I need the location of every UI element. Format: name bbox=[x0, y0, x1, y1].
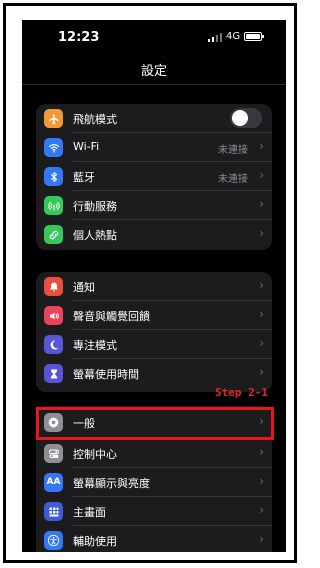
settings-row-label: 控制中心 bbox=[73, 448, 117, 461]
bluetooth-status-value: 未連接 bbox=[218, 174, 248, 185]
settings-row-label: 聲音與觸覺回饋 bbox=[73, 310, 150, 323]
chevron-right-icon: › bbox=[259, 139, 264, 153]
battery-fill bbox=[246, 34, 260, 39]
speaker-icon bbox=[44, 306, 63, 325]
settings-row-label: 通知 bbox=[73, 281, 95, 294]
settings-row-accessibility[interactable]: 輔助使用 › bbox=[36, 526, 272, 552]
bluetooth-icon bbox=[44, 167, 63, 186]
antenna-icon bbox=[44, 196, 63, 215]
settings-row-label: 螢幕顯示與亮度 bbox=[73, 477, 150, 490]
bell-icon bbox=[44, 277, 63, 296]
chevron-right-icon: › bbox=[259, 503, 264, 517]
toggles-icon bbox=[44, 444, 63, 463]
phone-screen: 12:23 4G 設定 飛航模式 Wi-Fi 未連接 › 藍牙 未連接 › 行動… bbox=[22, 20, 286, 552]
settings-row-wifi[interactable]: Wi-Fi 未連接 › bbox=[36, 133, 272, 162]
status-bar: 12:23 4G bbox=[22, 20, 286, 56]
wifi-icon bbox=[44, 138, 63, 157]
toggle-knob bbox=[232, 110, 248, 126]
accessibility-icon bbox=[44, 531, 63, 550]
grid-icon bbox=[44, 502, 63, 521]
airplane-mode-toggle[interactable] bbox=[230, 108, 262, 128]
screenshot-frame: 12:23 4G 設定 飛航模式 Wi-Fi 未連接 › 藍牙 未連接 › 行動… bbox=[3, 3, 297, 563]
step-annotation-label: Step 2-1 bbox=[215, 386, 268, 399]
settings-row-notifications[interactable]: 通知 › bbox=[36, 272, 272, 301]
settings-group-notifications: 通知 › 聲音與觸覺回饋 › 專注模式 › 螢幕使用時間 › bbox=[36, 272, 272, 392]
moon-icon bbox=[44, 335, 63, 354]
wifi-status-value: 未連接 bbox=[218, 145, 248, 156]
settings-group-connectivity: 飛航模式 Wi-Fi 未連接 › 藍牙 未連接 › 行動服務 › 個人熱點 › bbox=[36, 104, 272, 250]
chevron-right-icon: › bbox=[259, 307, 264, 321]
step-highlight-box bbox=[36, 407, 274, 440]
settings-row-label: 輔助使用 bbox=[73, 535, 117, 548]
chevron-right-icon: › bbox=[259, 197, 264, 211]
status-time: 12:23 bbox=[58, 30, 100, 45]
network-type: 4G bbox=[226, 31, 241, 42]
settings-row-label: Wi-Fi bbox=[73, 140, 100, 153]
settings-row-airplane-mode[interactable]: 飛航模式 bbox=[36, 104, 272, 133]
settings-row-hotspot[interactable]: 個人熱點 › bbox=[36, 220, 272, 249]
header-divider bbox=[22, 84, 286, 85]
hourglass-icon bbox=[44, 364, 63, 383]
chevron-right-icon: › bbox=[259, 365, 264, 379]
battery-icon bbox=[244, 32, 264, 41]
chevron-right-icon: › bbox=[259, 445, 264, 459]
settings-row-label: 藍牙 bbox=[73, 171, 95, 184]
text-size-icon: AA bbox=[44, 473, 63, 492]
settings-row-label: 專注模式 bbox=[73, 339, 117, 352]
settings-row-label: 主畫面 bbox=[73, 506, 106, 519]
chevron-right-icon: › bbox=[259, 168, 264, 182]
settings-row-label: 行動服務 bbox=[73, 200, 117, 213]
settings-row-display-brightness[interactable]: AA 螢幕顯示與亮度 › bbox=[36, 468, 272, 497]
settings-row-home-screen[interactable]: 主畫面 › bbox=[36, 497, 272, 526]
chevron-right-icon: › bbox=[259, 278, 264, 292]
page-title: 設定 bbox=[140, 64, 167, 79]
airplane-icon bbox=[44, 109, 63, 128]
settings-row-label: 個人熱點 bbox=[73, 229, 117, 242]
settings-row-control-center[interactable]: 控制中心 › bbox=[36, 439, 272, 468]
settings-row-label: 螢幕使用時間 bbox=[73, 368, 139, 381]
settings-row-screen-time[interactable]: 螢幕使用時間 › bbox=[36, 359, 272, 388]
chevron-right-icon: › bbox=[259, 336, 264, 350]
settings-row-sounds-haptics[interactable]: 聲音與觸覺回饋 › bbox=[36, 301, 272, 330]
cellular-signal-icon bbox=[208, 32, 222, 42]
chevron-right-icon: › bbox=[259, 532, 264, 546]
link-icon bbox=[44, 225, 63, 244]
settings-row-focus[interactable]: 專注模式 › bbox=[36, 330, 272, 359]
settings-row-label: 飛航模式 bbox=[73, 113, 117, 126]
settings-row-cellular[interactable]: 行動服務 › bbox=[36, 191, 272, 220]
chevron-right-icon: › bbox=[259, 474, 264, 488]
chevron-right-icon: › bbox=[259, 226, 264, 240]
settings-row-bluetooth[interactable]: 藍牙 未連接 › bbox=[36, 162, 272, 191]
